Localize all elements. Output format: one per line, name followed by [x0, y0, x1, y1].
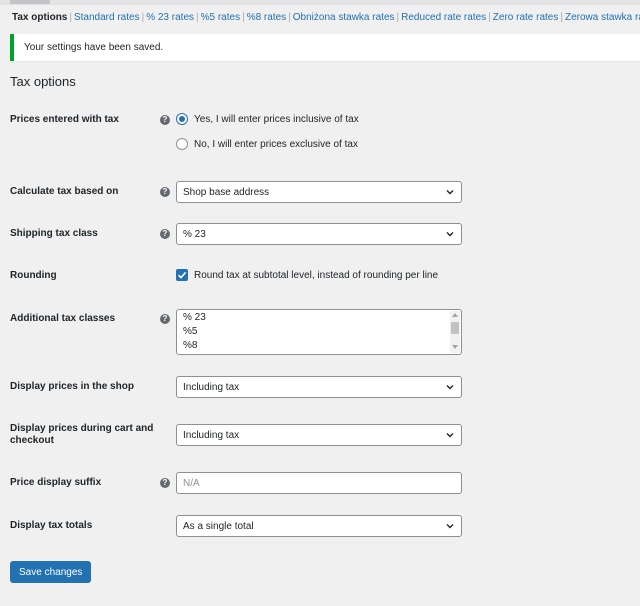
section-title: Tax options — [10, 74, 76, 89]
chevron-down-icon — [446, 524, 454, 529]
tab-separator: | — [196, 12, 199, 23]
rounding-checkbox-label: Round tax at subtotal level, instead of … — [194, 269, 439, 281]
radio-button-checked[interactable] — [176, 113, 188, 125]
calculate-tax-based-on-select[interactable]: Shop base address — [176, 181, 462, 203]
shipping-tax-class-select[interactable]: % 23 — [176, 223, 462, 245]
radio-option-inclusive[interactable]: Yes, I will enter prices inclusive of ta… — [176, 113, 359, 125]
help-icon[interactable]: ? — [160, 229, 170, 239]
tab-separator: | — [69, 12, 72, 23]
checkmark-icon — [177, 271, 187, 279]
textarea-scrollbar[interactable] — [450, 311, 460, 353]
scrollbar-thumb[interactable] — [451, 322, 459, 334]
tab-standard-rates[interactable]: Standard rates — [74, 12, 140, 23]
chevron-down-icon — [446, 433, 454, 438]
select-value: Including tax — [183, 429, 240, 441]
rounding-checkbox-row[interactable]: Round tax at subtotal level, instead of … — [176, 269, 438, 281]
notice-text: Your settings have been saved. — [24, 42, 164, 53]
additional-tax-classes-label: Additional tax classes — [10, 313, 116, 324]
price-display-suffix-label: Price display suffix — [10, 477, 102, 488]
textarea-line: %5 — [183, 326, 198, 337]
tab-separator: | — [488, 12, 491, 23]
select-value: % 23 — [183, 228, 206, 240]
tab-separator: | — [396, 12, 400, 23]
tab-separator: | — [560, 12, 563, 23]
chevron-down-icon — [446, 190, 454, 195]
tab-separator: | — [141, 12, 145, 23]
tab-obnizona-stawka-rates[interactable]: Obniżona stawka rates — [293, 12, 395, 23]
scroll-up-arrow-icon[interactable] — [452, 313, 458, 317]
select-value: Shop base address — [183, 186, 270, 198]
prices-entered-with-tax-label: Prices entered with tax — [10, 114, 119, 125]
label-line: checkout — [10, 435, 54, 446]
tab-zerowa-stawka-rates[interactable]: Zerowa stawka rates — [565, 12, 640, 23]
display-tax-totals-label: Display tax totals — [10, 520, 93, 531]
tab-reduced-rate-rates[interactable]: Reduced rate rates — [401, 12, 486, 23]
display-prices-shop-select[interactable]: Including tax — [176, 376, 462, 398]
tab-5-rates[interactable]: %5 rates — [201, 12, 240, 23]
help-icon[interactable]: ? — [160, 115, 170, 125]
tab-tax-options[interactable]: Tax options — [12, 12, 67, 23]
top-strip — [0, 0, 640, 5]
chevron-down-icon — [446, 232, 454, 237]
top-strip-indicator — [10, 0, 50, 4]
scroll-down-arrow-icon[interactable] — [452, 345, 458, 349]
radio-option-exclusive[interactable]: No, I will enter prices exclusive of tax — [176, 138, 358, 150]
label-line: Display prices during cart and — [10, 423, 154, 434]
display-tax-totals-select[interactable]: As a single total — [176, 515, 462, 537]
chevron-down-icon — [446, 385, 454, 390]
additional-tax-classes-textarea[interactable]: % 23 %5 %8 — [176, 309, 462, 355]
help-icon[interactable]: ? — [160, 314, 170, 324]
radio-button[interactable] — [176, 138, 188, 150]
display-prices-cart-label: Display prices during cart and checkout — [10, 423, 153, 447]
rounding-label: Rounding — [10, 270, 57, 281]
tab-separator: | — [242, 12, 245, 23]
tab-8-rates[interactable]: %8 rates — [247, 12, 286, 23]
rounding-checkbox[interactable] — [176, 269, 188, 281]
tab-zero-rate-rates[interactable]: Zero rate rates — [493, 12, 559, 23]
select-value: As a single total — [183, 520, 254, 532]
textarea-line: %8 — [183, 340, 198, 351]
settings-saved-notice: Your settings have been saved. — [10, 34, 640, 61]
tab-separator: | — [288, 12, 291, 23]
tab-23-rates[interactable]: % 23 rates — [146, 12, 194, 23]
radio-label: Yes, I will enter prices inclusive of ta… — [194, 113, 359, 125]
display-prices-cart-select[interactable]: Including tax — [176, 424, 462, 446]
display-prices-shop-label: Display prices in the shop — [10, 381, 134, 392]
textarea-line: % 23 — [183, 312, 206, 323]
help-icon[interactable]: ? — [160, 478, 170, 488]
shipping-tax-class-label: Shipping tax class — [10, 228, 98, 239]
tax-section-tabs: Tax options | Standard rates |% 23 rates | %5… — [12, 12, 640, 24]
radio-label: No, I will enter prices exclusive of tax — [194, 138, 358, 150]
select-value: Including tax — [183, 381, 240, 393]
price-display-suffix-input[interactable] — [176, 472, 462, 494]
help-icon[interactable]: ? — [160, 187, 170, 197]
save-changes-button[interactable]: Save changes — [10, 561, 92, 583]
calculate-tax-based-on-label: Calculate tax based on — [10, 186, 119, 197]
